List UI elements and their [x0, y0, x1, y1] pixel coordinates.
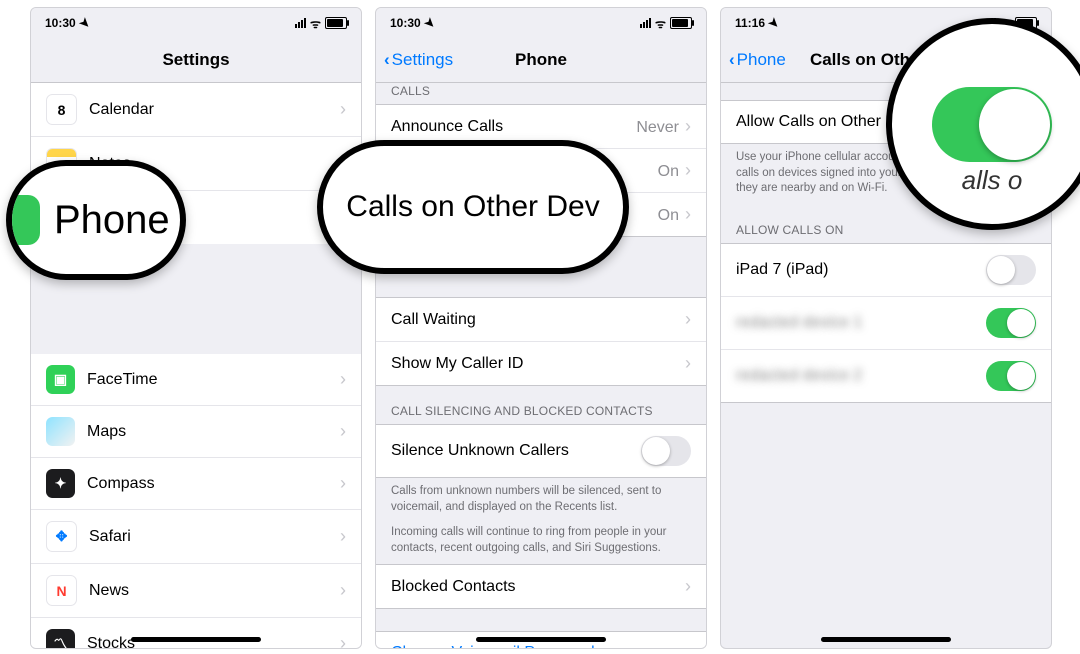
news-icon: N — [46, 575, 77, 606]
status-time: 10:30 — [45, 16, 76, 30]
row-call-waiting[interactable]: Call Waiting › — [376, 297, 706, 341]
footer-silence1: Calls from unknown numbers will be silen… — [376, 478, 706, 523]
wifi-icon: ᯤ — [655, 15, 666, 32]
battery-icon — [670, 17, 692, 29]
chevron-right-icon: › — [340, 633, 346, 648]
magnified-text: Calls on Other Dev — [346, 190, 599, 224]
row-device-0[interactable]: iPad 7 (iPad) — [721, 243, 1051, 296]
battery-icon — [325, 17, 347, 29]
location-icon: ➤ — [766, 14, 783, 31]
chevron-right-icon: › — [340, 473, 346, 494]
row-detail: Never — [636, 119, 679, 136]
chevron-right-icon: › — [340, 99, 346, 120]
chevron-right-icon: › — [340, 580, 346, 601]
footer-silence2: Incoming calls will continue to ring fro… — [376, 523, 706, 564]
row-blocked-contacts[interactable]: Blocked Contacts › — [376, 564, 706, 609]
facetime-icon: ▣ — [46, 365, 75, 394]
settings-row-news[interactable]: N News › — [31, 563, 361, 617]
page-title: Settings — [31, 38, 361, 82]
chevron-right-icon: › — [685, 204, 691, 224]
switch-allow-calls-magnified[interactable] — [932, 87, 1052, 162]
magnifier-phone: Phone — [6, 160, 186, 280]
row-label: redacted device 1 — [736, 314, 862, 332]
cell-signal-icon — [295, 18, 306, 28]
chevron-right-icon: › — [340, 421, 346, 442]
row-label: Announce Calls — [391, 118, 503, 136]
row-label: Silence Unknown Callers — [391, 442, 569, 460]
chevron-right-icon: › — [685, 576, 691, 597]
row-label: News — [89, 582, 129, 600]
phone-icon — [6, 195, 40, 245]
row-detail: On — [658, 163, 679, 180]
row-label: iPad 7 (iPad) — [736, 261, 829, 279]
home-indicator[interactable] — [821, 637, 951, 642]
row-label: Change Voicemail Password — [391, 644, 595, 648]
row-silence-unknown[interactable]: Silence Unknown Callers — [376, 424, 706, 478]
settings-row-safari[interactable]: ✥ Safari › — [31, 509, 361, 563]
chevron-right-icon: › — [685, 116, 691, 136]
status-time: 10:30 — [390, 16, 421, 30]
stocks-icon: 〽 — [46, 629, 75, 648]
settings-row-compass[interactable]: ✦ Compass › — [31, 457, 361, 509]
settings-list-screen: 10:30 ➤ ᯤ Settings 8Calendar › Notes › d… — [30, 7, 362, 649]
page-title: Phone — [376, 38, 706, 82]
row-label: Show My Caller ID — [391, 355, 523, 373]
switch-device-2[interactable] — [986, 361, 1036, 391]
home-indicator[interactable] — [476, 637, 606, 642]
compass-icon: ✦ — [46, 469, 75, 498]
status-time: 11:16 — [735, 16, 765, 30]
section-header-silencing: CALL SILENCING AND BLOCKED CONTACTS — [376, 386, 706, 424]
row-device-2[interactable]: redacted device 2 — [721, 349, 1051, 403]
row-label: Blocked Contacts — [391, 578, 516, 596]
row-label: Compass — [87, 475, 155, 493]
magnified-text: Phone — [54, 198, 170, 243]
status-bar: 10:30 ➤ ᯤ — [376, 8, 706, 38]
settings-row-maps[interactable]: Maps › — [31, 405, 361, 457]
settings-row-facetime[interactable]: ▣ FaceTime › — [31, 354, 361, 405]
location-icon: ➤ — [421, 14, 438, 31]
magnifier-calls-other: Calls on Other Dev — [317, 140, 629, 274]
home-indicator[interactable] — [131, 637, 261, 642]
chevron-right-icon: › — [340, 526, 346, 547]
row-label: FaceTime — [87, 371, 158, 389]
row-detail: On — [658, 207, 679, 224]
nav-bar: ‹ Settings Phone — [376, 38, 706, 83]
row-label: Stocks — [87, 635, 135, 649]
row-label: Call Waiting — [391, 311, 476, 329]
settings-row-stocks[interactable]: 〽 Stocks › — [31, 617, 361, 648]
location-icon: ➤ — [76, 14, 93, 31]
chevron-right-icon: › — [340, 369, 346, 390]
status-bar: 10:30 ➤ ᯤ — [31, 8, 361, 38]
magnified-undertext: alls o — [892, 165, 1080, 196]
chevron-right-icon: › — [685, 353, 691, 374]
row-device-1[interactable]: redacted device 1 — [721, 296, 1051, 349]
row-label: Maps — [87, 423, 126, 441]
chevron-right-icon: › — [685, 160, 691, 180]
row-label: Safari — [89, 528, 131, 546]
chevron-right-icon: › — [685, 309, 691, 330]
calendar-icon: 8 — [46, 94, 77, 125]
section-header-calls: CALLS — [376, 82, 706, 104]
switch-device-0[interactable] — [986, 255, 1036, 285]
row-caller-id[interactable]: Show My Caller ID › — [376, 341, 706, 386]
row-label: redacted device 2 — [736, 367, 862, 385]
switch-silence-unknown[interactable] — [641, 436, 691, 466]
switch-device-1[interactable] — [986, 308, 1036, 338]
phone-settings-screen: 10:30 ➤ ᯤ ‹ Settings Phone CALLS Announc… — [375, 7, 707, 649]
cell-signal-icon — [640, 18, 651, 28]
settings-row-calendar[interactable]: 8 Calendar › — [31, 82, 361, 136]
row-label: Calendar — [89, 101, 154, 119]
wifi-icon: ᯤ — [310, 15, 321, 32]
nav-bar: Settings — [31, 38, 361, 83]
safari-icon: ✥ — [46, 521, 77, 552]
maps-icon — [46, 417, 75, 446]
